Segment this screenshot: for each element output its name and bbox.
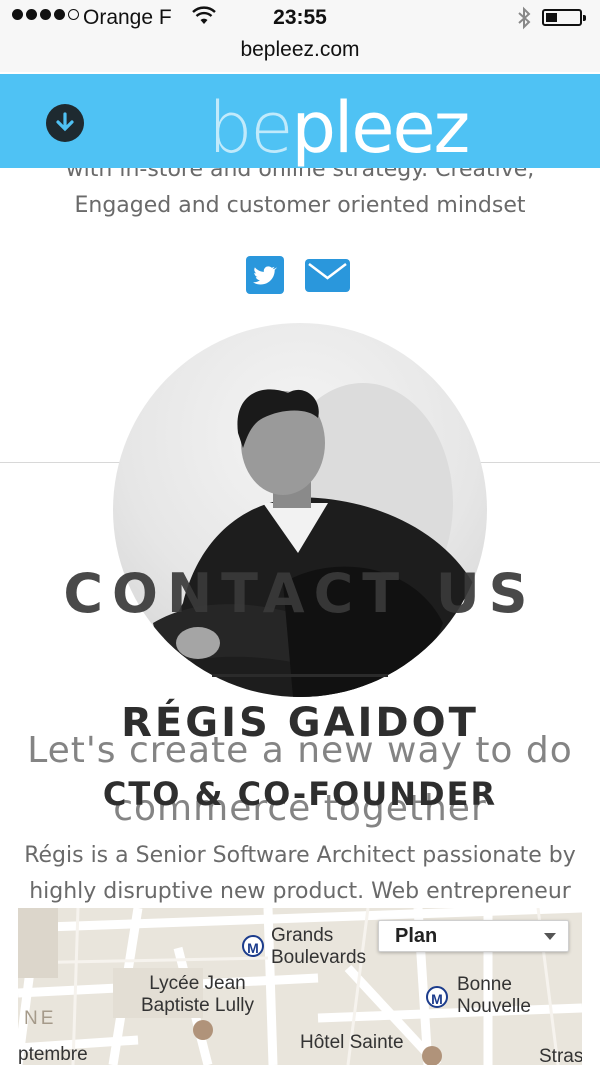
school-icon: [193, 1020, 213, 1040]
bepleez-logo[interactable]: bepleez: [208, 87, 471, 169]
location-map[interactable]: M Grands Boulevards Lycée Jean Baptiste …: [18, 908, 582, 1065]
map-type-select[interactable]: Plan: [378, 920, 569, 952]
bio-line: highly disruptive new product. Web entre…: [29, 879, 571, 904]
member-name: RÉGIS GAIDOT: [121, 700, 479, 746]
status-bar: Orange F 23:55: [0, 0, 600, 36]
map-label-hotel[interactable]: Hôtel Sainte: [300, 1032, 404, 1054]
chevron-down-icon: [544, 933, 556, 940]
bio-line: Engaged and customer oriented mindset: [74, 193, 526, 218]
map-type-value: Plan: [395, 925, 438, 947]
member-role: CTO & CO-FOUNDER: [102, 775, 498, 813]
bluetooth-icon: [516, 6, 532, 36]
map-label-grands-boulevards[interactable]: Grands Boulevards: [271, 925, 366, 969]
bio-line: Régis is a Senior Software Architect pas…: [24, 843, 576, 868]
map-label-ne: NE: [24, 1008, 57, 1029]
logo-be: be: [208, 87, 293, 169]
hotel-icon: [422, 1046, 442, 1065]
clock: 23:55: [273, 6, 327, 29]
map-label-bonne-nouvelle[interactable]: Bonne Nouvelle: [457, 974, 531, 1018]
site-header: bepleez: [0, 74, 600, 168]
map-label-lycee[interactable]: Lycée Jean Baptiste Lully: [141, 973, 254, 1017]
logo-pleez: pleez: [291, 87, 471, 169]
photo-underline: [212, 674, 388, 677]
contact-title: CONTACT US: [63, 562, 537, 625]
scroll-down-button[interactable]: [46, 104, 84, 142]
arrow-down-icon: [56, 112, 74, 132]
mail-icon: [308, 263, 347, 280]
url-text: bepleez.com: [240, 38, 360, 61]
battery-icon: [542, 9, 586, 26]
map-label-stras[interactable]: Stras: [539, 1046, 582, 1065]
twitter-icon: [253, 266, 277, 285]
email-button[interactable]: [305, 259, 350, 292]
member-bio: Régis is a Senior Software Architect pas…: [0, 838, 600, 910]
metro-icon: M: [426, 986, 448, 1008]
url-bar[interactable]: bepleez.com: [0, 36, 600, 72]
twitter-button[interactable]: [246, 256, 284, 294]
profile-photo: [113, 323, 487, 697]
metro-icon: M: [242, 935, 264, 957]
map-label-septembre[interactable]: ptembre: [18, 1044, 88, 1065]
